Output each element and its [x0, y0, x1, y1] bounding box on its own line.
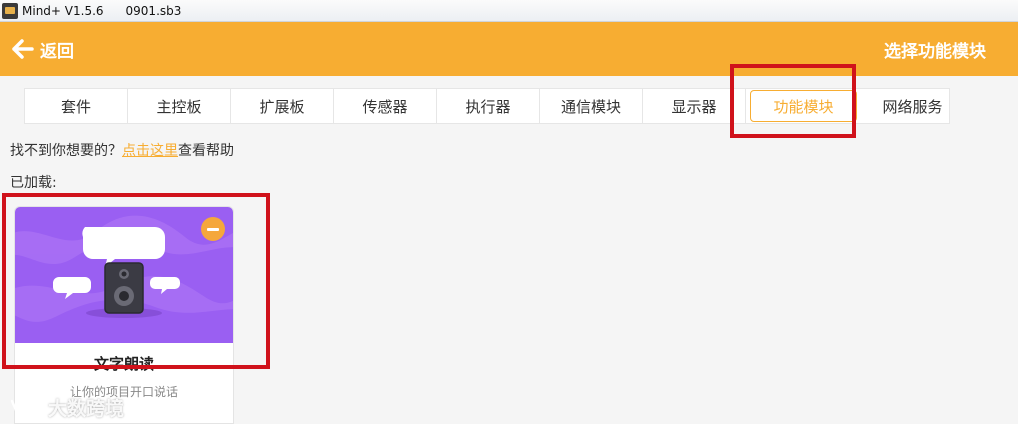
arrow-left-icon	[12, 39, 34, 59]
back-button[interactable]: 返回	[12, 37, 74, 62]
header-bar: 返回 选择功能模块	[0, 22, 1018, 76]
tab-function-module[interactable]: 功能模块	[750, 90, 857, 122]
module-card-image	[15, 207, 233, 343]
file-name: 0901.sb3	[125, 3, 182, 18]
app-title: Mind+ V1.5.6	[22, 3, 104, 18]
loaded-label: 已加载:	[10, 175, 57, 191]
page-title: 选择功能模块	[884, 41, 986, 62]
window-titlebar: Mind+ V1.5.6 0901.sb3	[0, 0, 1018, 22]
tab-actuator[interactable]: 执行器	[437, 89, 540, 123]
tab-network-service[interactable]: 网络服务	[861, 89, 964, 123]
help-text: 找不到你想要的？点击这里查看帮助	[10, 140, 234, 160]
help-suffix: 查看帮助	[178, 143, 234, 159]
help-prefix: 找不到你想要的？	[10, 143, 122, 159]
tab-kit[interactable]: 套件	[25, 89, 128, 123]
tab-display[interactable]: 显示器	[643, 89, 746, 123]
module-card-text-to-speech[interactable]: 文字朗读 让你的项目开口说话	[14, 206, 234, 424]
remove-module-button[interactable]	[201, 217, 225, 241]
module-title: 文字朗读	[93, 355, 154, 373]
back-label: 返回	[40, 41, 74, 62]
tab-communication-module[interactable]: 通信模块	[540, 89, 643, 123]
watermark-logo-icon	[10, 399, 42, 418]
watermark-text: 大数跨境	[48, 398, 125, 420]
help-link[interactable]: 点击这里	[122, 143, 178, 159]
category-tabs: 套件 主控板 扩展板 传感器 执行器 通信模块 显示器 功能模块 网络服务	[24, 88, 950, 124]
watermark: 大数跨境	[8, 394, 124, 421]
tab-sensor[interactable]: 传感器	[334, 89, 437, 123]
mindplus-app-icon	[2, 2, 18, 19]
tab-expansion-board[interactable]: 扩展板	[231, 89, 334, 123]
tab-mainboard[interactable]: 主控板	[128, 89, 231, 123]
